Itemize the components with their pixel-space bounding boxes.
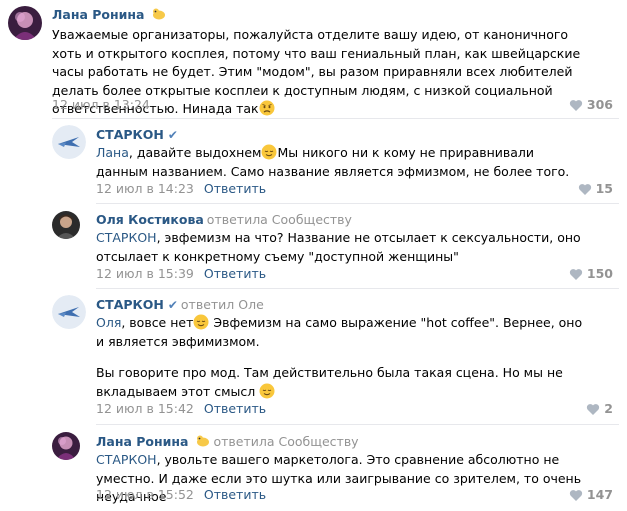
reply-link[interactable]: Ответить	[204, 181, 266, 196]
author-name[interactable]: Оля Костикова	[96, 212, 204, 227]
comment-date[interactable]: 12 июл в 15:42	[96, 401, 194, 416]
avatar[interactable]	[52, 295, 86, 329]
sad-face-emoji	[259, 100, 275, 116]
heart-icon	[587, 404, 600, 415]
like-button[interactable]: 15	[578, 181, 613, 196]
avatar[interactable]	[52, 211, 80, 239]
relieved-face-emoji	[261, 144, 277, 160]
verified-icon: ✔	[167, 128, 178, 142]
reply-link[interactable]: Ответить	[204, 487, 266, 502]
like-button[interactable]: 147	[569, 487, 613, 502]
comment-date[interactable]: 12 июл в 14:23	[96, 181, 194, 196]
comment-date[interactable]: 12 июл в 13:24	[52, 97, 150, 112]
verified-icon: ✔	[167, 298, 178, 312]
author-name[interactable]: Лана Ронина	[96, 434, 188, 449]
reply-to-name[interactable]: Оле	[238, 297, 264, 312]
author-name[interactable]: СТАРКОН	[96, 297, 164, 312]
relieved-face-emoji	[259, 383, 275, 398]
badge-icon	[152, 8, 166, 23]
divider	[96, 203, 619, 204]
reply-link[interactable]: Ответить	[204, 266, 266, 281]
mention-link[interactable]: Лана	[96, 145, 129, 160]
heart-icon	[569, 269, 583, 280]
avatar[interactable]	[8, 6, 42, 40]
like-button[interactable]: 150	[569, 266, 613, 281]
comment-text: СТАРКОН, эвфемизм на что? Название не от…	[96, 230, 585, 264]
heart-icon	[569, 100, 583, 111]
mention-link[interactable]: СТАРКОН	[96, 230, 157, 245]
replied-label: ответила Сообществу	[206, 212, 352, 227]
divider	[96, 424, 619, 425]
comment-date[interactable]: 12 июл в 15:52	[96, 487, 194, 502]
divider	[96, 288, 619, 289]
relieved-face-emoji	[193, 314, 209, 330]
replied-label: ответила Сообществу	[213, 434, 359, 449]
divider	[52, 118, 619, 119]
avatar[interactable]	[52, 432, 80, 460]
author-name[interactable]: СТАРКОН	[96, 127, 164, 142]
comment-date[interactable]: 12 июл в 15:39	[96, 266, 194, 281]
heart-icon	[578, 184, 591, 195]
heart-icon	[569, 490, 583, 501]
reply-link[interactable]: Ответить	[204, 401, 266, 416]
comment-text: Оля, вовсе нет Эвфемизм на само выражени…	[96, 314, 587, 349]
like-button[interactable]: 2	[586, 401, 613, 416]
avatar[interactable]	[52, 125, 86, 159]
mention-link[interactable]: СТАРКОН	[96, 452, 157, 467]
mention-link[interactable]: Оля	[96, 315, 121, 330]
comment-text: Вы говорите про мод. Там действительно б…	[96, 365, 567, 399]
like-button[interactable]: 306	[569, 97, 613, 112]
badge-icon	[196, 435, 210, 450]
author-name[interactable]: Лана Ронина	[52, 7, 144, 22]
replied-label: ответил	[180, 297, 235, 312]
comment-text: Лана, давайте выдохнем Мы никого ни к ком…	[96, 144, 570, 179]
